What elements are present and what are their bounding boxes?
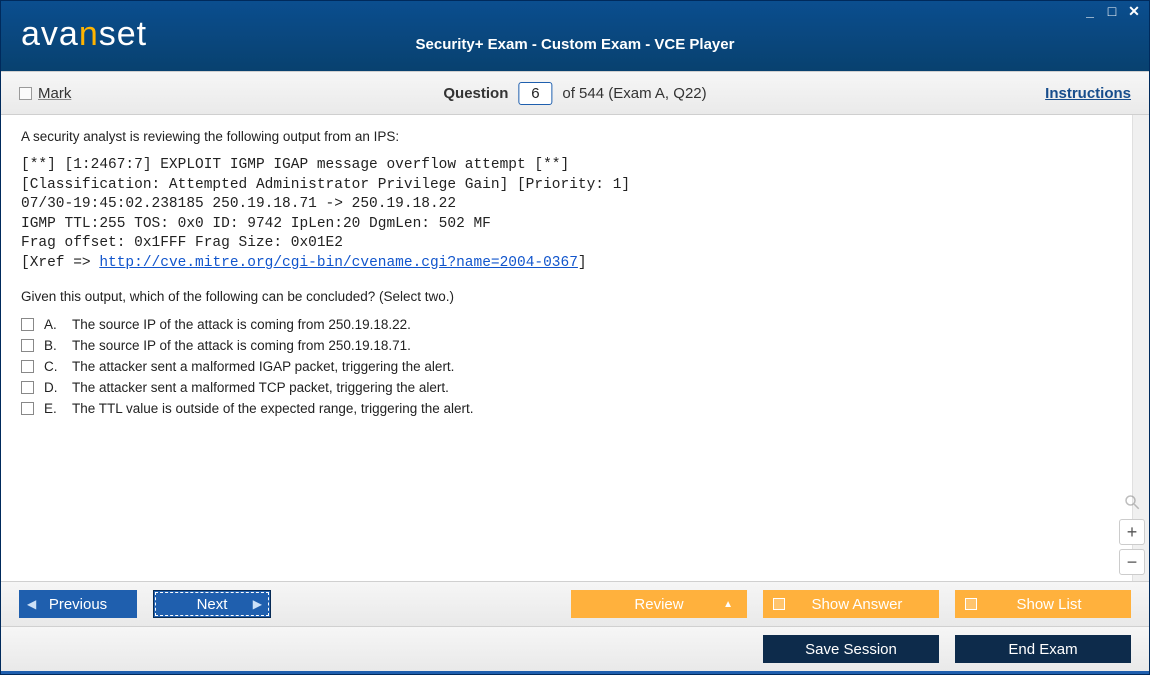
pre-line: [**] [1:2467:7] EXPLOIT IGMP IGAP messag… (21, 157, 569, 173)
save-session-button[interactable]: Save Session (763, 635, 939, 663)
pre-line: [Classification: Attempted Administrator… (21, 177, 630, 193)
vertical-scrollbar[interactable]: + − (1132, 115, 1149, 581)
review-button[interactable]: Review ▲ (571, 590, 747, 618)
show-list-label: Show List (1016, 596, 1081, 613)
choice-text: The attacker sent a malformed IGAP packe… (72, 359, 454, 374)
choice-checkbox[interactable] (21, 360, 34, 373)
maximize-icon[interactable]: □ (1103, 3, 1121, 19)
pre-line: IGMP TTL:255 TOS: 0x0 ID: 9742 IpLen:20 … (21, 216, 491, 232)
choice-checkbox[interactable] (21, 381, 34, 394)
logo-text-suffix: set (99, 15, 147, 53)
question-indicator: Question 6 of 544 (Exam A, Q22) (443, 82, 706, 105)
footer-bar: Save Session End Exam (1, 626, 1149, 674)
choice-text: The source IP of the attack is coming fr… (72, 338, 411, 353)
pre-line: 07/30-19:45:02.238185 250.19.18.71 -> 25… (21, 196, 456, 212)
end-exam-button[interactable]: End Exam (955, 635, 1131, 663)
next-label: Next (197, 596, 228, 613)
answer-choice[interactable]: C. The attacker sent a malformed IGAP pa… (21, 356, 1112, 377)
zoom-in-button[interactable]: + (1119, 519, 1145, 545)
question-prompt: Given this output, which of the followin… (21, 289, 1112, 304)
show-answer-button[interactable]: Show Answer (763, 590, 939, 618)
magnifier-icon[interactable] (1119, 489, 1145, 515)
xref-suffix: ] (578, 255, 587, 271)
previous-button[interactable]: ◀ Previous (19, 590, 137, 618)
next-button[interactable]: Next ▶ (153, 590, 271, 618)
instructions-link[interactable]: Instructions (1045, 85, 1131, 102)
xref-prefix: [Xref => (21, 255, 99, 271)
show-list-button[interactable]: Show List (955, 590, 1131, 618)
answer-choice[interactable]: D. The attacker sent a malformed TCP pac… (21, 377, 1112, 398)
chevron-left-icon: ◀ (27, 597, 36, 611)
choice-checkbox[interactable] (21, 402, 34, 415)
question-body: A security analyst is reviewing the foll… (1, 115, 1149, 581)
title-bar: avanset Security+ Exam - Custom Exam - V… (1, 1, 1149, 71)
window-title: Security+ Exam - Custom Exam - VCE Playe… (416, 36, 735, 53)
mark-label: Mark (38, 85, 71, 102)
zoom-out-button[interactable]: − (1119, 549, 1145, 575)
question-of-text: of 544 (Exam A, Q22) (562, 85, 706, 102)
answer-choice[interactable]: A. The source IP of the attack is coming… (21, 314, 1112, 335)
choice-letter: E. (44, 401, 62, 416)
choice-letter: D. (44, 380, 62, 395)
question-toolbar: Mark Question 6 of 544 (Exam A, Q22) Ins… (1, 71, 1149, 115)
show-list-checkbox[interactable] (965, 598, 977, 610)
logo-text-prefix: ava (21, 15, 79, 53)
choice-checkbox[interactable] (21, 318, 34, 331)
navigation-bar: ◀ Previous Next ▶ Review ▲ Show Answer S… (1, 581, 1149, 626)
triangle-up-icon: ▲ (723, 599, 733, 610)
ips-output: [**] [1:2467:7] EXPLOIT IGMP IGAP messag… (21, 156, 1112, 273)
show-answer-label: Show Answer (812, 596, 903, 613)
answer-choice[interactable]: B. The source IP of the attack is coming… (21, 335, 1112, 356)
choice-letter: C. (44, 359, 62, 374)
question-label: Question (443, 85, 508, 102)
app-logo: avanset (21, 15, 147, 54)
xref-link[interactable]: http://cve.mitre.org/cgi-bin/cvename.cgi… (99, 255, 578, 271)
chevron-right-icon: ▶ (253, 597, 262, 611)
choice-text: The TTL value is outside of the expected… (72, 401, 474, 416)
review-label: Review (634, 596, 683, 613)
question-intro: A security analyst is reviewing the foll… (21, 129, 1112, 144)
mark-checkbox[interactable] (19, 87, 32, 100)
choice-text: The attacker sent a malformed TCP packet… (72, 380, 449, 395)
question-content: A security analyst is reviewing the foll… (1, 115, 1132, 581)
choice-text: The source IP of the attack is coming fr… (72, 317, 411, 332)
window-controls: _ □ ✕ (1081, 3, 1143, 19)
answer-choices: A. The source IP of the attack is coming… (21, 314, 1112, 419)
mark-checkbox-group[interactable]: Mark (19, 85, 71, 102)
pre-line: Frag offset: 0x1FFF Frag Size: 0x01E2 (21, 235, 343, 251)
show-answer-checkbox[interactable] (773, 598, 785, 610)
choice-letter: B. (44, 338, 62, 353)
question-number-input[interactable]: 6 (518, 82, 552, 105)
zoom-controls: + − (1119, 489, 1145, 575)
choice-letter: A. (44, 317, 62, 332)
answer-choice[interactable]: E. The TTL value is outside of the expec… (21, 398, 1112, 419)
choice-checkbox[interactable] (21, 339, 34, 352)
previous-label: Previous (49, 596, 107, 613)
logo-text-accent: n (79, 15, 99, 53)
minimize-icon[interactable]: _ (1081, 3, 1099, 19)
close-icon[interactable]: ✕ (1125, 3, 1143, 19)
